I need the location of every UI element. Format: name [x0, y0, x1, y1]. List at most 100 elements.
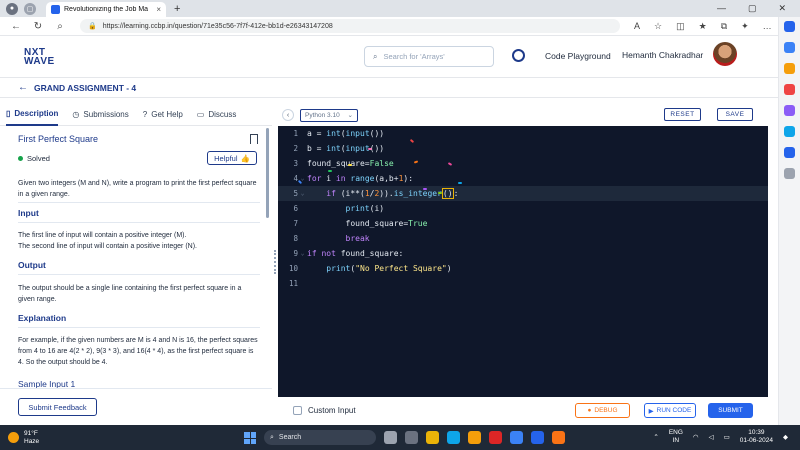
- language-indicator[interactable]: ENG IN: [669, 429, 683, 445]
- code-line: 8 break: [293, 234, 370, 243]
- divider: [18, 274, 260, 275]
- mail-icon[interactable]: [510, 431, 523, 444]
- refresh-icon[interactable]: ↻: [32, 21, 44, 32]
- editor-toolbar: ‹ Python 3.10 ⌄ RESET SAVE: [278, 104, 768, 126]
- tab-description[interactable]: ▯ Description: [6, 104, 59, 126]
- edge-icon[interactable]: [447, 431, 460, 444]
- shopping-icon[interactable]: [784, 63, 795, 74]
- read-aloud-icon[interactable]: A: [634, 21, 640, 32]
- tab-get-help[interactable]: ? Get Help: [143, 104, 183, 126]
- office-icon[interactable]: [784, 126, 795, 137]
- search-icon[interactable]: ⌕: [54, 21, 66, 32]
- site-favicon-icon: [51, 5, 60, 14]
- back-arrow-icon[interactable]: ←: [18, 82, 28, 93]
- debug-button[interactable]: ● DEBUG: [575, 403, 630, 418]
- search-icon: ⌕: [270, 433, 274, 441]
- problem-title: First Perfect Square: [18, 134, 99, 144]
- mcafee-icon[interactable]: [489, 431, 502, 444]
- save-button[interactable]: SAVE: [717, 108, 753, 121]
- confetti: [458, 182, 462, 184]
- code-line: 6 print(i): [293, 204, 385, 213]
- assignment-title: GRAND ASSIGNMENT - 4: [34, 82, 137, 93]
- bookmark-icon[interactable]: [250, 134, 258, 144]
- split-screen-icon[interactable]: ◫: [676, 21, 685, 32]
- lock-icon: 🔒: [88, 23, 97, 30]
- confetti: [368, 148, 372, 150]
- maximize-icon[interactable]: ▢: [748, 3, 757, 14]
- favorites-icon[interactable]: ★: [699, 21, 707, 32]
- games-icon[interactable]: [784, 105, 795, 116]
- wifi-icon[interactable]: ◠: [693, 433, 699, 441]
- browser-tab[interactable]: Revolutionizing the Job Ma ×: [46, 2, 166, 17]
- start-button[interactable]: [244, 432, 256, 444]
- code-playground-link[interactable]: Code Playground: [545, 51, 611, 61]
- tools-icon[interactable]: [784, 84, 795, 95]
- divider: [18, 327, 260, 328]
- code-line: 1 a = int(input()): [293, 129, 385, 138]
- task-view-icon[interactable]: [384, 431, 397, 444]
- close-tab-icon[interactable]: ×: [156, 5, 161, 14]
- scrollbar[interactable]: [266, 128, 269, 218]
- taskbar-search[interactable]: ⌕ Search: [264, 430, 376, 445]
- input-heading: Input: [18, 208, 39, 218]
- weather-widget[interactable]: 91°F Haze: [8, 430, 39, 446]
- url-text: https://learning.ccbp.in/question/71e35c…: [102, 22, 333, 30]
- history-icon: ◷: [72, 110, 80, 119]
- url-field[interactable]: 🔒 https://learning.ccbp.in/question/71e3…: [80, 19, 620, 33]
- outlook-icon[interactable]: [784, 147, 795, 158]
- profile-icon[interactable]: ●: [6, 2, 18, 15]
- copilot-icon[interactable]: [784, 21, 795, 32]
- output-text: The output should be a single line conta…: [18, 285, 242, 303]
- timer-icon[interactable]: [512, 49, 525, 62]
- run-code-button[interactable]: ▶ RUN CODE: [644, 403, 696, 418]
- code-line: 2 b = int(input()): [293, 144, 385, 153]
- back-icon[interactable]: ←: [10, 21, 22, 32]
- user-name[interactable]: Hemanth Chakradhar: [622, 50, 703, 60]
- search-sidebar-icon[interactable]: [784, 42, 795, 53]
- battery-icon[interactable]: ▭: [724, 433, 730, 441]
- thumbs-up-icon: 👍: [240, 153, 250, 163]
- chrome-icon[interactable]: [468, 431, 481, 444]
- notification-icon[interactable]: ◆: [783, 433, 788, 441]
- collections-icon[interactable]: ⧉: [721, 21, 727, 32]
- tab-discuss[interactable]: ▭ Discuss: [197, 104, 237, 126]
- app-icon[interactable]: [531, 431, 544, 444]
- confetti: [438, 192, 442, 194]
- clock[interactable]: 10:39 01-06-2024: [740, 429, 773, 445]
- custom-input-label[interactable]: Custom Input: [308, 406, 356, 415]
- editor-footer: Custom Input ● DEBUG ▶ RUN CODE SUBMIT: [278, 397, 768, 424]
- widgets-icon[interactable]: [405, 431, 418, 444]
- add-sidebar-icon[interactable]: [784, 168, 795, 179]
- avatar[interactable]: [713, 42, 737, 66]
- code-editor[interactable]: 1 a = int(input()) 2 b = int(input()) 3 …: [278, 126, 768, 397]
- volume-icon[interactable]: ◁: [709, 433, 714, 441]
- code-line-active: 5 ⌄ if (i**(1/2)).is_integer():: [278, 186, 768, 201]
- search-box[interactable]: ⌕ Search for 'Arrays': [364, 46, 494, 67]
- submit-button[interactable]: SUBMIT: [708, 403, 753, 418]
- reset-button[interactable]: RESET: [664, 108, 701, 121]
- app-icon[interactable]: [552, 431, 565, 444]
- collapse-icon[interactable]: ‹: [282, 109, 294, 121]
- extensions-icon[interactable]: ✦: [741, 21, 749, 32]
- new-tab-icon[interactable]: +: [174, 3, 180, 15]
- search-placeholder: Search for 'Arrays': [383, 52, 445, 61]
- menu-icon[interactable]: …: [763, 21, 772, 32]
- chevron-down-icon: ⌄: [347, 112, 353, 119]
- file-explorer-icon[interactable]: [426, 431, 439, 444]
- chevron-up-icon[interactable]: ⌃: [653, 433, 658, 441]
- app-header: NXT WAVE ⌕ Search for 'Arrays' Code Play…: [0, 36, 778, 78]
- minimize-icon[interactable]: —: [717, 3, 726, 14]
- workspaces-icon[interactable]: ▢: [24, 2, 36, 15]
- windows-taskbar: 91°F Haze ⌕ Search ⌃ ENG IN ◠ ◁ ▭ 10:39 …: [0, 425, 800, 450]
- submit-feedback-button[interactable]: Submit Feedback: [18, 398, 97, 416]
- custom-input-checkbox[interactable]: [293, 406, 302, 415]
- nxtwave-logo[interactable]: NXT WAVE: [24, 47, 55, 66]
- language-select[interactable]: Python 3.10 ⌄: [300, 108, 358, 122]
- confetti: [348, 164, 352, 166]
- helpful-button[interactable]: Helpful 👍: [207, 151, 257, 165]
- favorite-icon[interactable]: ☆: [654, 21, 662, 32]
- tab-submissions[interactable]: ◷ Submissions: [72, 104, 128, 126]
- input-line-1: The first line of input will contain a p…: [18, 232, 187, 239]
- close-window-icon[interactable]: ✕: [778, 3, 786, 14]
- resize-handle[interactable]: [274, 250, 276, 274]
